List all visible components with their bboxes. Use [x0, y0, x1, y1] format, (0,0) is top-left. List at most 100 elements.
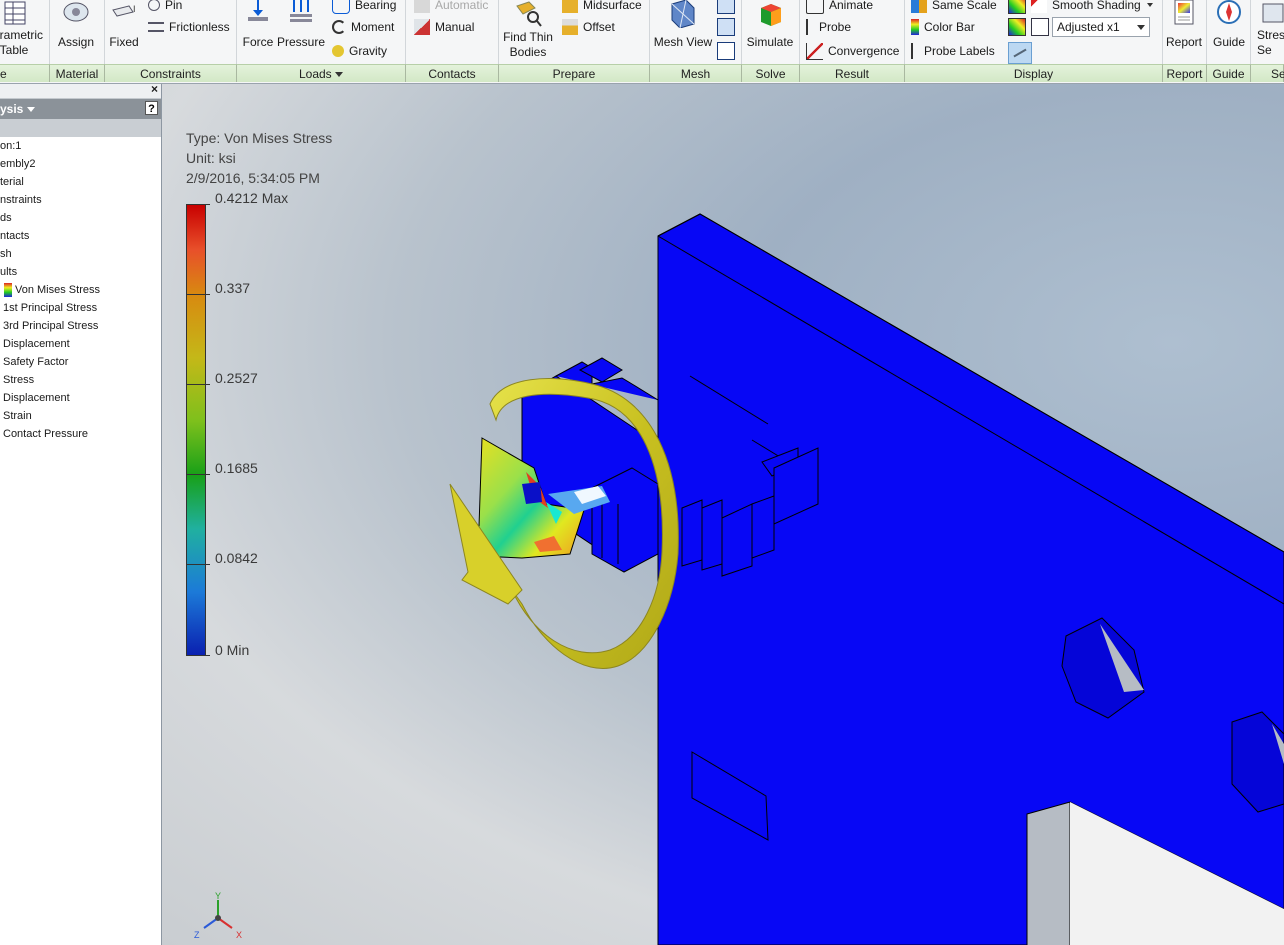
simulate-icon [761, 4, 781, 26]
group-report: Report [1163, 64, 1207, 82]
group-result: Result [800, 64, 905, 82]
bearing-button[interactable]: Bearing [332, 0, 396, 14]
local-mesh-control-button[interactable] [717, 18, 740, 36]
frictionless-label: Frictionless [169, 20, 230, 34]
stress-settings-label: Stress Se [1256, 28, 1284, 57]
tree-item[interactable]: embly2 [0, 155, 161, 173]
moment-button[interactable]: Moment [332, 18, 394, 36]
tree-item[interactable]: ds [0, 209, 161, 227]
frictionless-button[interactable]: Frictionless [148, 18, 230, 36]
displacement-display-button[interactable] [1008, 18, 1054, 36]
same-scale-button[interactable]: Same Scale [911, 0, 997, 14]
material-assign-icon [63, 2, 89, 22]
pressure-button[interactable]: Pressure [277, 0, 325, 50]
svg-text:I: I [133, 4, 136, 14]
legend-label: 0.1685 [215, 460, 258, 476]
loads-expand-icon[interactable] [335, 72, 344, 78]
offset-label: Offset [583, 20, 615, 34]
convergence-settings-button[interactable] [717, 42, 740, 60]
animate-button[interactable]: Animate [806, 0, 873, 14]
simulate-label: Simulate [746, 35, 794, 49]
group-mesh: Mesh [650, 64, 742, 82]
tree-item[interactable]: Contact Pressure [0, 425, 161, 443]
tree-item[interactable]: 3rd Principal Stress [0, 317, 161, 335]
convergence-button[interactable]: Convergence [806, 42, 899, 60]
browser-selected-row[interactable] [0, 119, 161, 137]
manual-contacts-button[interactable]: Manual [414, 18, 474, 36]
find-thin-bodies-button[interactable]: Find Thin Bodies [500, 0, 556, 60]
tree-item[interactable]: Strain [0, 407, 161, 425]
ribbon: Parametric Table Assign I Fixed Pin Fric… [0, 0, 1284, 84]
result-timestamp: 2/9/2016, 5:34:05 PM [186, 170, 320, 186]
tree-item[interactable]: ults [0, 263, 161, 281]
close-icon[interactable]: × [151, 82, 158, 96]
color-bar-icon [911, 19, 919, 35]
mesh-settings-button[interactable] [717, 0, 740, 14]
tree-item[interactable]: Stress [0, 371, 161, 389]
moment-icon [332, 20, 346, 34]
local-mesh-control-icon [717, 18, 735, 36]
displacement-scale-value: Adjusted x1 [1057, 20, 1120, 34]
tree-item[interactable]: Safety Factor [0, 353, 161, 371]
assign-button[interactable]: Assign [54, 0, 98, 50]
gravity-icon [332, 45, 344, 57]
legend-max-label: 0.4212 Max [215, 190, 289, 206]
fixed-button[interactable]: I Fixed [106, 0, 142, 50]
force-button[interactable]: Force [240, 0, 276, 50]
legend-label: 0.337 [215, 280, 251, 296]
displacement-scale-select[interactable]: Adjusted x1 [1052, 17, 1150, 37]
frictionless-icon [148, 22, 164, 32]
show-probe-button[interactable] [1008, 42, 1032, 64]
group-prepare: Prepare [499, 64, 650, 82]
stress-settings-button[interactable]: Stress Se [1252, 0, 1284, 58]
guide-button[interactable]: Guide [1208, 0, 1250, 50]
probe-line-icon [1013, 48, 1027, 58]
displacement-display-icon [1008, 18, 1026, 36]
mesh-settings-icon [717, 0, 735, 14]
report-icon [1174, 0, 1194, 25]
group-constraints: Constraints [105, 64, 237, 82]
tree-item[interactable]: ntacts [0, 227, 161, 245]
group-solve: Solve [742, 64, 800, 82]
moment-label: Moment [351, 20, 395, 34]
midsurface-button[interactable]: Midsurface [562, 0, 642, 14]
result-unit: Unit: ksi [186, 150, 236, 166]
tree-item[interactable]: Displacement [0, 389, 161, 407]
tree-item[interactable]: sh [0, 245, 161, 263]
tree-item[interactable]: on:1 [0, 137, 161, 155]
help-icon[interactable]: ? [145, 101, 158, 115]
color-bar-label: Color Bar [924, 20, 975, 34]
simulate-button[interactable]: Simulate [744, 0, 796, 50]
probe-button[interactable]: Probe [806, 18, 851, 36]
group-loads[interactable]: Loads [237, 64, 406, 82]
probe-label: Probe [819, 20, 852, 34]
graphics-viewport[interactable]: Type: Von Mises Stress Unit: ksi 2/9/201… [162, 84, 1284, 945]
probe-labels-label: Probe Labels [924, 44, 995, 58]
result-info: Type: Von Mises Stress Unit: ksi 2/9/201… [186, 128, 332, 188]
tree-item[interactable]: 1st Principal Stress [0, 299, 161, 317]
guide-label: Guide [1212, 35, 1246, 49]
offset-button[interactable]: Offset [562, 18, 615, 36]
fixed-label: Fixed [109, 35, 139, 49]
browser-panel-titlebar: × [0, 82, 161, 99]
parametric-table-button[interactable]: Parametric Table [0, 0, 46, 58]
manual-contacts-icon [414, 19, 430, 35]
browser-panel-header[interactable]: ysis ? [0, 99, 161, 119]
report-button[interactable]: Report [1164, 0, 1204, 50]
chevron-down-icon [27, 107, 36, 113]
tree-item[interactable]: nstraints [0, 191, 161, 209]
gravity-button[interactable]: Gravity [332, 42, 387, 60]
midsurface-icon [562, 0, 578, 13]
probe-labels-button[interactable]: Probe Labels [911, 42, 995, 60]
tree-item[interactable]: Displacement [0, 335, 161, 353]
smooth-shading-button[interactable]: Smooth Shading [1008, 0, 1153, 14]
find-thin-bodies-icon [516, 1, 542, 27]
shading-icon [1008, 0, 1026, 14]
automatic-contacts-button[interactable]: Automatic [414, 0, 488, 14]
mesh-view-button[interactable]: Mesh View [652, 0, 714, 50]
tree-item[interactable]: terial [0, 173, 161, 191]
tree-item-von-mises[interactable]: Von Mises Stress [0, 281, 161, 299]
color-bar-button[interactable]: Color Bar [911, 18, 975, 36]
pin-button[interactable]: Pin [148, 0, 182, 14]
group-contacts: Contacts [406, 64, 499, 82]
